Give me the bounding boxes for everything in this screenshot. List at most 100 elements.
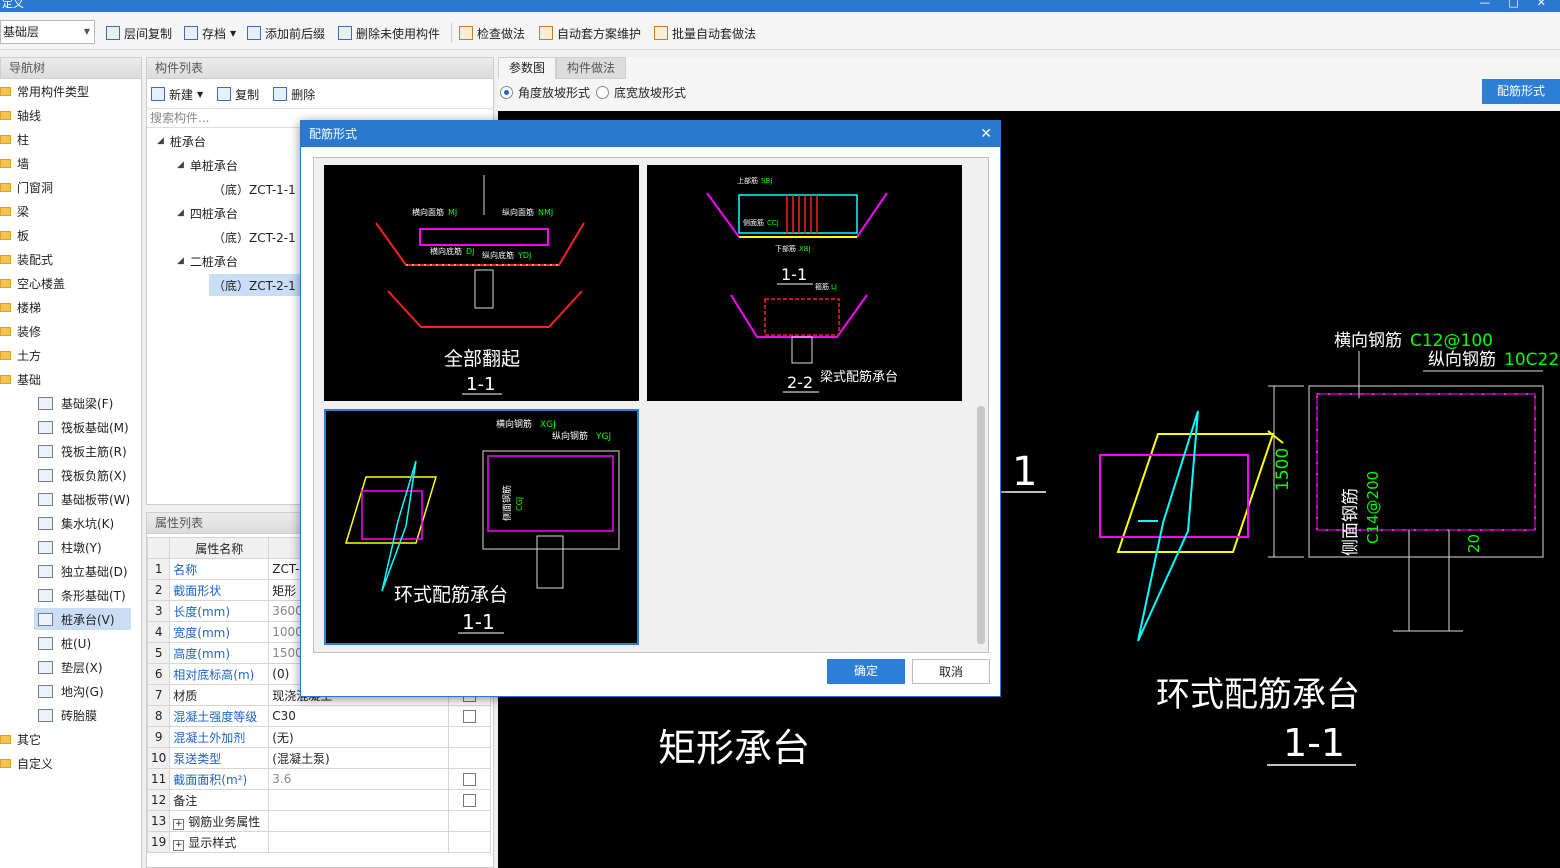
- folder-icon: [0, 278, 11, 288]
- folder-icon: [0, 350, 11, 360]
- nav-foundation-item[interactable]: 地沟(G): [34, 680, 108, 702]
- expand-icon[interactable]: +: [173, 839, 185, 851]
- option-beam-rebar[interactable]: 上部筋 SBJ 侧面筋 CCJ 下部筋 XBJ 1-1 箍筋 LJ 2-2 梁式…: [647, 165, 962, 401]
- radio-angle-slope[interactable]: 角度放坡形式: [500, 84, 590, 101]
- nav-folder-item[interactable]: 自定义: [0, 752, 53, 774]
- nav-foundation-item[interactable]: 柱墩(Y): [34, 536, 106, 558]
- nav-folder-item[interactable]: 梁: [0, 200, 29, 222]
- batch-auto-button[interactable]: 批量自动套做法: [654, 24, 756, 42]
- copy-label: 复制: [235, 87, 260, 102]
- nav-folder-item[interactable]: 土方: [0, 344, 41, 366]
- nav-foundation-item[interactable]: 筏板基础(M): [34, 416, 133, 438]
- public-checkbox[interactable]: [463, 710, 477, 723]
- property-value[interactable]: (无): [268, 726, 450, 748]
- nav-folder-item[interactable]: 常用构件类型: [0, 80, 89, 102]
- tree-item-selected[interactable]: （底）ZCT-2-1: [209, 274, 300, 296]
- close-icon[interactable]: ✕: [980, 121, 992, 147]
- nav-foundation-item[interactable]: 基础梁(F): [34, 392, 117, 414]
- add-affix-button[interactable]: 添加前后缀: [247, 24, 325, 42]
- row-number: 4: [146, 621, 171, 643]
- nav-folder-item[interactable]: 门窗洞: [0, 176, 53, 198]
- component-type-icon: [38, 540, 53, 554]
- option-ring-rebar[interactable]: 横向钢筋 XGJ 纵向钢筋 YGJ 侧面钢筋 CGJ 环式配筋承台 1-1: [324, 409, 639, 645]
- nav-item-label: 基础板带(W): [61, 492, 131, 507]
- property-value[interactable]: [268, 810, 450, 832]
- nav-foundation-item[interactable]: 独立基础(D): [34, 560, 132, 582]
- property-name-text: 备注: [173, 793, 198, 808]
- nav-folder-item[interactable]: 其它: [0, 728, 41, 750]
- thumb-drawing: 横向钢筋 XGJ 纵向钢筋 YGJ 侧面钢筋 CGJ 环式配筋承台 1-1: [344, 418, 620, 634]
- nav-folder-item[interactable]: 空心楼盖: [0, 272, 65, 294]
- property-value[interactable]: [268, 789, 450, 811]
- cancel-button[interactable]: 取消: [912, 659, 990, 684]
- nav-folder-label: 空心楼盖: [17, 276, 66, 291]
- nav-foundation-item[interactable]: 桩承台(V): [34, 608, 131, 630]
- property-value[interactable]: [268, 831, 450, 853]
- nav-foundation-item[interactable]: 垫层(X): [34, 656, 107, 678]
- delete-component-button[interactable]: 删除: [273, 86, 315, 103]
- archive-button[interactable]: 存档 ▼: [184, 24, 236, 42]
- property-value[interactable]: (混凝土泵): [268, 747, 450, 769]
- chevron-down-icon: ▼: [83, 27, 90, 36]
- property-name-text: 名称: [173, 562, 198, 577]
- property-row[interactable]: 12 备注: [146, 789, 492, 811]
- radio-width-slope[interactable]: 底宽放坡形式: [596, 84, 686, 101]
- tree-group[interactable]: ◢ 单桩承台: [177, 154, 238, 176]
- property-row[interactable]: 10 泵送类型 (混凝土泵): [146, 747, 492, 769]
- maximize-button[interactable]: □: [1508, 0, 1518, 8]
- tab-parameter-diagram[interactable]: 参数图: [498, 57, 557, 79]
- nav-foundation-item[interactable]: 筏板主筋(R): [34, 440, 131, 462]
- tree-group[interactable]: ◢ 二桩承台: [177, 250, 238, 272]
- rebar-form-button[interactable]: 配筋形式: [1482, 79, 1560, 104]
- ok-button[interactable]: 确定: [827, 659, 905, 684]
- public-checkbox[interactable]: [463, 773, 477, 786]
- gallery-scrollbar[interactable]: [977, 161, 985, 649]
- tree-root[interactable]: ◢ 桩承台: [157, 130, 206, 152]
- public-checkbox[interactable]: [463, 794, 477, 807]
- option-section-a: 1-1: [781, 265, 807, 284]
- tree-group[interactable]: ◢ 四桩承台: [177, 202, 238, 224]
- nav-foundation-item[interactable]: 条形基础(T): [34, 584, 130, 606]
- floor-select[interactable]: 基础层 ▼: [0, 20, 95, 44]
- nav-item-label: 条形基础(T): [61, 588, 126, 603]
- copy-component-button[interactable]: 复制: [217, 86, 259, 103]
- nav-folder-item[interactable]: 基础: [0, 368, 41, 390]
- nav-foundation-item[interactable]: 桩(U): [34, 632, 95, 654]
- property-value[interactable]: 3.6: [268, 768, 450, 790]
- row-number: 19: [146, 831, 171, 853]
- tree-item[interactable]: （底）ZCT-2-1: [213, 226, 296, 248]
- tab-component-method[interactable]: 构件做法: [556, 57, 627, 79]
- property-value[interactable]: C30: [268, 705, 450, 727]
- minimize-button[interactable]: —: [1479, 0, 1490, 8]
- nav-folder-item[interactable]: 柱: [0, 128, 29, 150]
- nav-folder-item[interactable]: 装配式: [0, 248, 53, 270]
- close-window-button[interactable]: ✕: [1537, 0, 1546, 8]
- property-row[interactable]: 9 混凝土外加剂 (无): [146, 726, 492, 748]
- new-component-button[interactable]: 新建 ▼: [151, 86, 203, 103]
- check-icon: [459, 26, 473, 40]
- nav-folder-item[interactable]: 楼梯: [0, 296, 41, 318]
- nav-folder-item[interactable]: 墙: [0, 152, 29, 174]
- option-all-bent-up[interactable]: 横向面筋 MJ 纵向面筋 NMJ 横向底筋 DJ 纵向底筋 YDJ 全部翻起 1…: [324, 165, 639, 401]
- property-row[interactable]: 11 截面面积(m²) 3.6: [146, 768, 492, 790]
- property-row[interactable]: 19 + 显示样式: [146, 831, 492, 853]
- property-row[interactable]: 8 混凝土强度等级 C30: [146, 705, 492, 727]
- expand-icon[interactable]: +: [173, 818, 185, 830]
- auto-scheme-button[interactable]: 自动套方案维护: [539, 24, 641, 42]
- delete-unused-button[interactable]: 删除未使用构件: [338, 24, 440, 42]
- nav-foundation-item[interactable]: 基础板带(W): [34, 488, 134, 510]
- nav-item-label: 集水坑(K): [61, 516, 115, 531]
- toolbar-label: 批量自动套做法: [672, 26, 757, 41]
- chevron-down-icon: ▼: [230, 28, 237, 38]
- nav-folder-item[interactable]: 装修: [0, 320, 41, 342]
- nav-foundation-item[interactable]: 砖胎膜: [34, 704, 101, 726]
- nav-folder-item[interactable]: 板: [0, 224, 29, 246]
- nav-folder-item[interactable]: 轴线: [0, 104, 41, 126]
- copy-between-floors-button[interactable]: 层间复制: [106, 24, 172, 42]
- property-row[interactable]: 13 + 钢筋业务属性: [146, 810, 492, 832]
- tree-item[interactable]: （底）ZCT-1-1: [213, 178, 296, 200]
- nav-foundation-item[interactable]: 集水坑(K): [34, 512, 118, 534]
- scrollbar-thumb[interactable]: [977, 406, 985, 644]
- nav-foundation-item[interactable]: 筏板负筋(X): [34, 464, 131, 486]
- check-method-button[interactable]: 检查做法: [459, 24, 525, 42]
